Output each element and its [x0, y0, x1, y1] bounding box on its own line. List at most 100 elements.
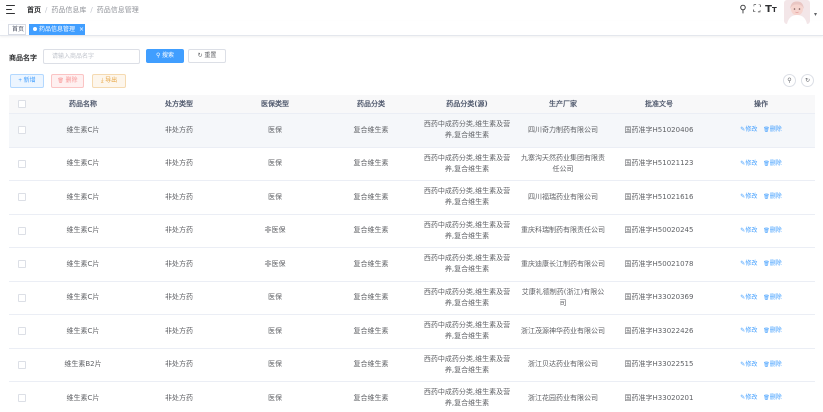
row-select-cell	[9, 282, 35, 315]
row-select-cell	[9, 181, 35, 214]
approval-number-cell: 国药准字H50020245	[624, 226, 694, 235]
tag-home[interactable]: 首页	[8, 24, 26, 35]
breadcrumb-library[interactable]: 药品信息库	[51, 5, 86, 15]
row-delete-button[interactable]: 🗑删除	[763, 258, 781, 270]
edit-button[interactable]: ✎修改	[740, 124, 757, 136]
table-row[interactable]: 维生素C片 非处方药 医保 复合维生素 西药中成药分类,维生素及营养,复合维生素 浙江茂源…	[9, 315, 815, 349]
drug-category-source-cell: 西药中成药分类,维生素及营养,复合维生素	[423, 287, 511, 307]
row-checkbox[interactable]	[18, 159, 26, 168]
row-delete-button[interactable]: 🗑删除	[763, 325, 781, 337]
edit-button[interactable]: ✎修改	[740, 292, 757, 304]
row-select-cell	[9, 315, 35, 348]
edit-button[interactable]: ✎修改	[740, 392, 757, 404]
edit-button[interactable]: ✎修改	[740, 225, 757, 237]
row-checkbox[interactable]	[18, 126, 26, 135]
approval-number-cell: 国药准字H33022426	[624, 326, 694, 335]
column-header: 药品名称	[69, 100, 97, 108]
edit-button[interactable]: ✎修改	[740, 359, 757, 371]
edit-button[interactable]: ✎修改	[740, 258, 757, 270]
edit-button[interactable]: ✎修改	[740, 325, 757, 337]
insurance-type-cell: 医保	[268, 192, 282, 201]
search-button[interactable]: ⚲ 搜索	[146, 49, 184, 63]
row-select-cell	[9, 148, 35, 181]
row-checkbox[interactable]	[18, 360, 26, 369]
row-checkbox[interactable]	[18, 394, 26, 403]
row-delete-button[interactable]: 🗑删除	[763, 124, 781, 136]
tags-view: 首页 药品信息管理 ×	[0, 21, 823, 36]
insurance-type-cell: 医保	[268, 326, 282, 335]
refresh-icon[interactable]: ↻	[801, 74, 814, 87]
row-select-cell	[9, 114, 35, 147]
drug-category-cell: 复合维生素	[353, 326, 389, 335]
search-icon[interactable]: ⚲	[736, 0, 750, 20]
column-header: 药品分类	[357, 100, 385, 108]
edit-button[interactable]: ✎修改	[740, 191, 757, 203]
column-header: 处方类型	[165, 100, 193, 108]
drug-name-cell: 维生素C片	[66, 226, 100, 235]
close-icon[interactable]: ×	[79, 26, 84, 33]
breadcrumb-separator: /	[90, 6, 93, 14]
row-checkbox[interactable]	[18, 293, 26, 302]
row-delete-button[interactable]: 🗑删除	[763, 225, 781, 237]
delete-button[interactable]: 🗑 删除	[51, 74, 84, 88]
drug-category-cell: 复合维生素	[353, 293, 389, 302]
table-row[interactable]: 维生素C片 非处方药 医保 复合维生素 西药中成药分类,维生素及营养,复合维生素 浙江花园…	[9, 382, 815, 412]
drug-category-source-cell: 西药中成药分类,维生素及营养,复合维生素	[423, 254, 511, 274]
row-select-cell	[9, 349, 35, 382]
drug-category-source-cell: 西药中成药分类,维生素及营养,复合维生素	[423, 354, 511, 374]
drug-category-source-cell: 西药中成药分类,维生素及营养,复合维生素	[423, 220, 511, 240]
table-row[interactable]: 维生素C片 非处方药 非医保 复合维生素 西药中成药分类,维生素及营养,复合维生素 重庆科…	[9, 215, 815, 248]
row-checkbox[interactable]	[18, 193, 26, 202]
drug-category-cell: 复合维生素	[353, 393, 389, 402]
table-row[interactable]: 维生素C片 非处方药 医保 复合维生素 西药中成药分类,维生素及营养,复合维生素 九寨沟天…	[9, 148, 815, 181]
add-button[interactable]: + 新增	[10, 74, 44, 88]
row-delete-button[interactable]: 🗑删除	[763, 359, 781, 371]
edit-button-label: 修改	[745, 226, 758, 234]
caret-down-icon[interactable]: ▾	[814, 11, 817, 18]
row-checkbox[interactable]	[18, 327, 26, 336]
table-row[interactable]: 维生素B2片 非处方药 医保 复合维生素 西药中成药分类,维生素及营养,复合维生素 浙江贝…	[9, 349, 815, 382]
actions-cell: ✎修改 🗑删除	[707, 315, 815, 348]
drug-name-cell: 维生素C片	[66, 326, 100, 335]
reset-button[interactable]: ↻ 重置	[188, 49, 226, 63]
select-all-checkbox[interactable]	[18, 100, 26, 108]
header-actions: ⚲ ⛶ TT ▾	[736, 0, 823, 24]
drug-category-source-cell: 西药中成药分类,维生素及营养,复合维生素	[423, 120, 511, 140]
breadcrumb-home[interactable]: 首页	[27, 5, 41, 15]
search-icon: ⚲	[155, 53, 161, 59]
column-header: 生产厂家	[549, 100, 577, 108]
actions-cell: ✎修改 🗑删除	[707, 215, 815, 248]
row-select-cell	[9, 215, 35, 248]
table-row[interactable]: 维生素C片 非处方药 医保 复合维生素 西药中成药分类,维生素及营养,复合维生素 四川福瑞…	[9, 181, 815, 215]
edit-button[interactable]: ✎修改	[740, 158, 757, 170]
table-row[interactable]: 维生素C片 非处方药 医保 复合维生素 西药中成药分类,维生素及营养,复合维生素 艾康礼德…	[9, 282, 815, 315]
row-delete-button[interactable]: 🗑删除	[763, 158, 781, 170]
hamburger-icon[interactable]	[6, 5, 15, 14]
row-delete-button[interactable]: 🗑删除	[763, 191, 781, 203]
row-delete-button[interactable]: 🗑删除	[763, 392, 781, 404]
prescription-type-cell: 非处方药	[165, 293, 193, 302]
font-size-icon[interactable]: TT	[764, 0, 778, 20]
drug-name-cell: 维生素B2片	[64, 360, 102, 369]
table-header: 药品名称 处方类型 医保类型 药品分类 药品分类(源) 生产厂家 批准文号 操作	[9, 95, 815, 114]
drug-category-cell: 复合维生素	[353, 360, 389, 369]
manufacturer-cell: 四川福瑞药业有限公司	[528, 192, 598, 201]
search-label: 商品名字	[9, 54, 37, 62]
row-delete-button[interactable]: 🗑删除	[763, 292, 781, 304]
prescription-type-cell: 非处方药	[165, 326, 193, 335]
fullscreen-icon[interactable]: ⛶	[750, 0, 764, 20]
drug-name-cell: 维生素C片	[66, 259, 100, 268]
drug-name-cell: 维生素C片	[66, 293, 100, 302]
actions-cell: ✎修改 🗑删除	[707, 248, 815, 281]
column-header: 批准文号	[645, 100, 673, 108]
drug-name-cell: 维生素C片	[66, 159, 100, 168]
tag-active[interactable]: 药品信息管理 ×	[29, 24, 85, 35]
row-checkbox[interactable]	[18, 260, 26, 269]
table-row[interactable]: 维生素C片 非处方药 医保 复合维生素 西药中成药分类,维生素及营养,复合维生素 四川奇力…	[9, 114, 815, 148]
row-delete-label: 删除	[769, 394, 782, 402]
table-row[interactable]: 维生素C片 非处方药 非医保 复合维生素 西药中成药分类,维生素及营养,复合维生素 重庆迪…	[9, 248, 815, 282]
row-checkbox[interactable]	[18, 226, 26, 235]
search-input[interactable]	[43, 49, 140, 64]
toggle-search-icon[interactable]: ⚲	[783, 74, 796, 87]
export-button[interactable]: ⤓ 导出	[92, 74, 126, 88]
